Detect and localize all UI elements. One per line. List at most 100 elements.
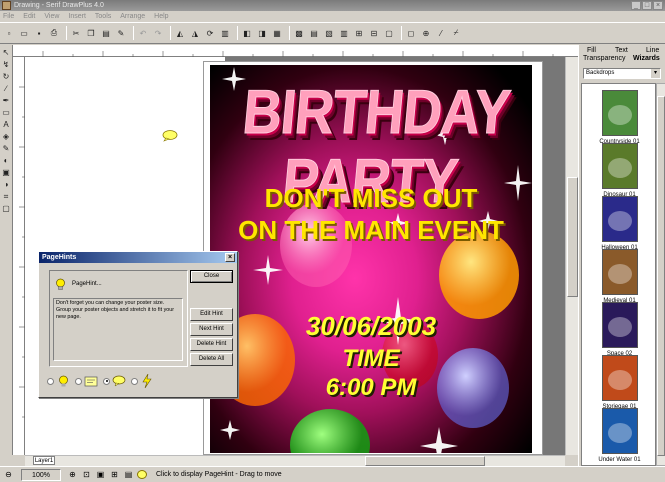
gallery-item[interactable]: Dinosaur 01 bbox=[588, 143, 651, 198]
minimize-button[interactable]: _ bbox=[631, 1, 641, 10]
save-icon[interactable]: ▪ bbox=[33, 27, 45, 39]
send-back-icon[interactable]: ◨ bbox=[256, 27, 268, 39]
radio-note[interactable] bbox=[75, 377, 82, 385]
gallery-item[interactable]: Storiegae 01 bbox=[588, 355, 651, 410]
maximize-button[interactable]: □ bbox=[642, 1, 652, 10]
eyedropper-icon[interactable]: ⌿ bbox=[450, 27, 462, 39]
delete-all-button[interactable]: Delete All bbox=[190, 353, 233, 366]
close-window-button[interactable]: × bbox=[653, 1, 663, 10]
rectangle-tool-icon[interactable]: ▭ bbox=[1, 107, 11, 118]
poster-time-label[interactable]: TIME bbox=[210, 345, 532, 373]
poster-tagline-2[interactable]: ON THE MAIN EVENT bbox=[210, 215, 532, 246]
pagehint-bubble-icon[interactable] bbox=[162, 130, 178, 142]
line-tool-icon[interactable]: ∕ bbox=[1, 83, 11, 94]
paste-icon[interactable]: ▤ bbox=[100, 27, 112, 39]
gallery-scroll-thumb[interactable] bbox=[657, 96, 665, 456]
align-icon[interactable]: ▥ bbox=[219, 27, 231, 39]
horizontal-scroll-thumb[interactable] bbox=[365, 456, 485, 466]
image-tool-icon[interactable]: ▣ bbox=[1, 167, 11, 178]
gallery-item[interactable]: Space 02 bbox=[588, 302, 651, 357]
tab-text[interactable]: Text bbox=[615, 47, 628, 55]
menu-file[interactable]: File bbox=[3, 11, 14, 22]
gallery-scrollbar[interactable] bbox=[656, 83, 665, 466]
radio-lightning[interactable] bbox=[131, 377, 138, 385]
crop-tool-icon[interactable]: ⌗ bbox=[1, 191, 11, 202]
page-icon[interactable]: ▢ bbox=[383, 27, 395, 39]
cut-icon[interactable]: ✂ bbox=[70, 27, 82, 39]
fill-tool-icon[interactable]: ◈ bbox=[1, 131, 11, 142]
redo-icon[interactable]: ↷ bbox=[152, 27, 164, 39]
wand-icon[interactable]: ⁄ bbox=[435, 27, 447, 39]
next-hint-button[interactable]: Next Hint bbox=[190, 323, 233, 336]
brush-tool-icon[interactable]: ✎ bbox=[1, 143, 11, 154]
grid-icon[interactable]: ▩ bbox=[293, 27, 305, 39]
edit-hint-button[interactable]: Edit Hint bbox=[190, 308, 233, 321]
table-icon[interactable]: ▤ bbox=[308, 27, 320, 39]
menu-edit[interactable]: Edit bbox=[23, 11, 35, 22]
zoom-level[interactable]: 100% bbox=[21, 468, 61, 481]
poster-artwork[interactable]: BIRTHDAY PARTY DON'T MISS OUT ON THE MAI… bbox=[210, 65, 532, 453]
copy-icon[interactable]: ❐ bbox=[85, 27, 97, 39]
pagehint-status-icon[interactable] bbox=[137, 470, 147, 479]
group-icon[interactable]: ▦ bbox=[271, 27, 283, 39]
zoom-in-icon[interactable]: ⊕ bbox=[67, 469, 78, 480]
dialog-title-bar[interactable]: PageHints × bbox=[39, 252, 237, 263]
menu-tools[interactable]: Tools bbox=[95, 11, 111, 22]
zoom-toolbar-icon[interactable]: ⊕ bbox=[420, 27, 432, 39]
menu-insert[interactable]: Insert bbox=[68, 11, 86, 22]
print-icon[interactable]: ⎙ bbox=[48, 27, 60, 39]
flip-vertical-icon[interactable]: ◮ bbox=[189, 27, 201, 39]
dialog-close-icon[interactable]: × bbox=[225, 253, 235, 262]
zoom-width-icon[interactable]: ▣ bbox=[95, 469, 106, 480]
snap-icon[interactable]: ⊞ bbox=[353, 27, 365, 39]
radio-bubble[interactable] bbox=[103, 377, 110, 385]
format-painter-icon[interactable]: ✎ bbox=[115, 27, 127, 39]
undo-icon[interactable]: ↶ bbox=[137, 27, 149, 39]
vertical-scroll-thumb[interactable] bbox=[567, 177, 578, 297]
menu-arrange[interactable]: Arrange bbox=[120, 11, 145, 22]
text-tool-icon[interactable]: A bbox=[1, 119, 11, 130]
gallery-item[interactable]: Countryside 01 bbox=[588, 90, 651, 145]
poster-page[interactable]: BIRTHDAY PARTY DON'T MISS OUT ON THE MAI… bbox=[203, 61, 543, 455]
tab-transparency[interactable]: Transparency bbox=[583, 55, 626, 63]
vertical-scrollbar[interactable] bbox=[565, 57, 578, 455]
open-icon[interactable]: ▭ bbox=[18, 27, 30, 39]
zoom-fit-icon[interactable]: ▤ bbox=[123, 469, 134, 480]
zoom-out-icon[interactable]: ⊖ bbox=[3, 469, 14, 480]
transparency-tool-icon[interactable]: ◑ bbox=[1, 179, 11, 190]
color-tool-icon[interactable]: ◐ bbox=[1, 155, 11, 166]
guides-icon[interactable]: ⊟ bbox=[368, 27, 380, 39]
tab-wizards[interactable]: Wizards bbox=[633, 55, 660, 63]
hint-text-box[interactable]: Don't forget you can change your poster … bbox=[53, 298, 183, 361]
horizontal-scrollbar[interactable] bbox=[25, 455, 565, 466]
bring-front-icon[interactable]: ◧ bbox=[241, 27, 253, 39]
new-icon[interactable]: ▫ bbox=[3, 27, 15, 39]
gallery-item[interactable]: Medieval 01 bbox=[588, 249, 651, 304]
menu-help[interactable]: Help bbox=[154, 11, 168, 22]
shape-icon[interactable]: ◻ bbox=[405, 27, 417, 39]
category-dropdown[interactable]: Backdrops ▾ bbox=[583, 68, 661, 79]
rotate-tool-icon[interactable]: ↻ bbox=[1, 71, 11, 82]
delete-hint-button[interactable]: Delete Hint bbox=[190, 338, 233, 351]
node-tool-icon[interactable]: ↯ bbox=[1, 59, 11, 70]
chevron-down-icon[interactable]: ▾ bbox=[651, 69, 660, 78]
flip-horizontal-icon[interactable]: ◭ bbox=[174, 27, 186, 39]
zoom-page-icon[interactable]: ⊡ bbox=[81, 469, 92, 480]
layer-tab[interactable]: Layer1 bbox=[33, 456, 55, 465]
columns-icon[interactable]: ▥ bbox=[338, 27, 350, 39]
gallery-item[interactable]: Under Water 01 bbox=[588, 408, 651, 463]
tab-line[interactable]: Line bbox=[646, 47, 659, 55]
zoom-actual-icon[interactable]: ⊞ bbox=[109, 469, 120, 480]
rotate-icon[interactable]: ⟳ bbox=[204, 27, 216, 39]
frame-tool-icon[interactable]: ▢ bbox=[1, 203, 11, 214]
layers-icon[interactable]: ▧ bbox=[323, 27, 335, 39]
pointer-tool-icon[interactable]: ↖ bbox=[1, 47, 11, 58]
pen-tool-icon[interactable]: ✒ bbox=[1, 95, 11, 106]
poster-time-value[interactable]: 6:00 PM bbox=[210, 374, 532, 402]
menu-view[interactable]: View bbox=[44, 11, 59, 22]
poster-tagline-1[interactable]: DON'T MISS OUT bbox=[210, 183, 532, 214]
gallery-item[interactable]: Halloween 01 bbox=[588, 196, 651, 251]
poster-date[interactable]: 30/06/2003 bbox=[210, 311, 532, 342]
radio-lightbulb[interactable] bbox=[47, 377, 54, 385]
close-button[interactable]: Close bbox=[190, 270, 233, 283]
